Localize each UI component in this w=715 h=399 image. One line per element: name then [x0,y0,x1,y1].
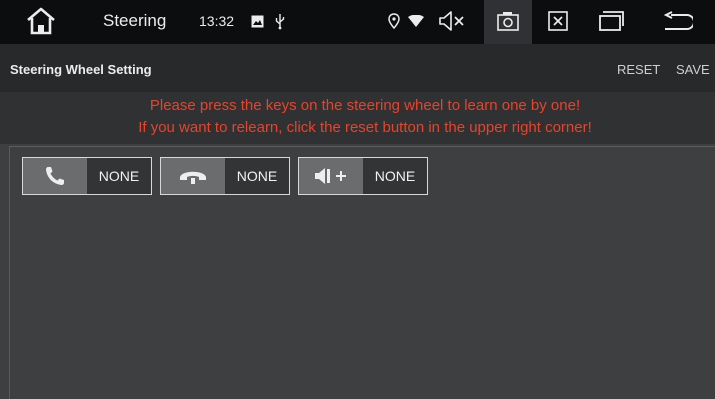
recent-apps-icon[interactable] [598,10,624,32]
close-window-icon[interactable] [548,11,568,31]
key-icon-cell [23,158,87,194]
phone-hangup-icon [180,171,206,184]
key-value: NONE [87,158,151,194]
wifi-icon [408,15,424,27]
key-panel: NONE NONE NONE [9,146,715,399]
key-hang-up[interactable]: NONE [160,157,290,195]
usb-icon [275,14,285,30]
location-icon [388,13,400,30]
home-icon[interactable] [24,6,58,36]
reset-button[interactable]: RESET [617,62,660,77]
key-answer-call[interactable]: NONE [22,157,152,195]
gallery-icon [251,15,264,28]
save-button[interactable]: SAVE [676,62,710,77]
key-volume-up[interactable]: NONE [298,157,428,195]
app-title: Steering [103,11,167,30]
clock: 13:32 [199,13,235,29]
instruction-banner: Please press the keys on the steering wh… [0,92,715,144]
key-icon-cell [299,158,363,194]
key-icon-cell [161,158,225,194]
instruction-line-1: Please press the keys on the steering wh… [149,97,581,114]
key-value: NONE [363,158,427,194]
page-title: Steering Wheel Setting [10,62,152,77]
screenshot-icon[interactable] [497,11,519,31]
volume-up-icon [315,168,346,184]
volume-mute-icon[interactable] [438,10,465,32]
instruction-line-2: If you want to relearn, click the reset … [138,119,592,136]
settings-header: Steering Wheel Setting RESET SAVE [0,44,715,92]
phone-answer-icon [46,167,64,185]
status-bar: Steering 13:32 [0,0,715,44]
screen: Steering 13:32 Steering Wheel Setting RE… [0,0,715,399]
back-icon[interactable] [663,11,693,33]
key-value: NONE [225,158,289,194]
